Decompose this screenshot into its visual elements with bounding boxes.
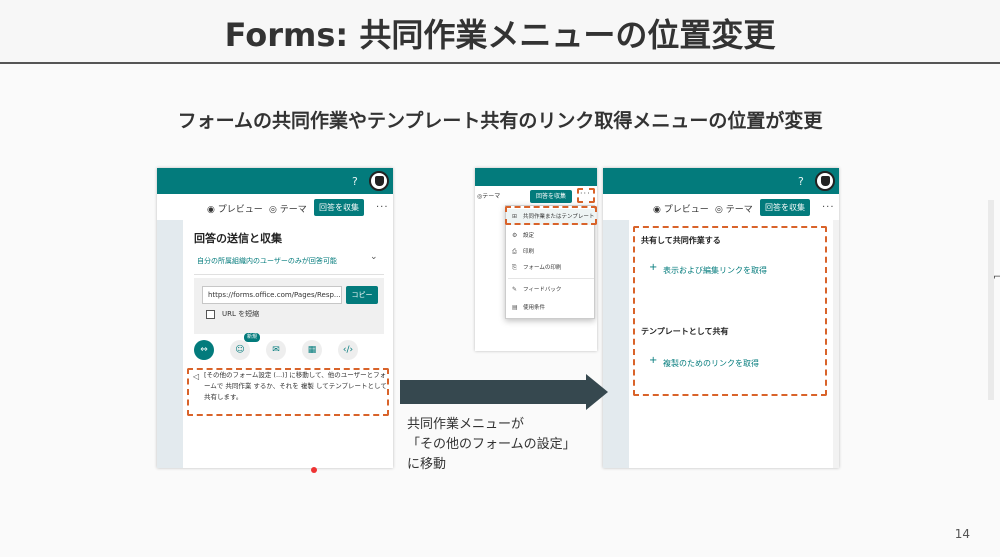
theme-label: テーマ — [725, 205, 753, 215]
theme-button[interactable]: ◎ テーマ — [715, 202, 753, 215]
collect-responses-button[interactable]: 回答を収集 — [760, 199, 810, 216]
panel-after: ? ◉ プレビュー ◎ テーマ 回答を収集 ··· 共有して共同作業する + 表… — [603, 168, 839, 468]
shorten-url-checkbox[interactable] — [206, 310, 215, 319]
avatar[interactable] — [815, 171, 835, 191]
menu-item-feedback[interactable]: ✎ フィードバック — [506, 282, 596, 298]
menu-item-print[interactable]: ⎙ 印刷 — [506, 244, 596, 260]
shorten-url-label: URL を短縮 — [222, 310, 260, 318]
qr-person-icon[interactable]: ☺ — [230, 340, 250, 360]
toolbar: ◉ プレビュー ◎ テーマ 回答を収集 ··· — [603, 196, 839, 220]
avatar[interactable] — [369, 171, 389, 191]
menu-item-settings[interactable]: ⚙ 設定 — [506, 228, 596, 244]
mail-icon[interactable]: ✉ — [266, 340, 286, 360]
link-icon[interactable]: ⇔ — [194, 340, 214, 360]
highlight-notice — [187, 368, 389, 416]
pointer-dot — [311, 467, 317, 473]
preview-label: プレビュー — [663, 205, 709, 215]
print-form-icon: ⎘ — [512, 264, 517, 271]
collect-responses-button[interactable]: 回答を収集 — [530, 190, 572, 203]
highlight-collaboration-section — [633, 226, 827, 396]
scrollbar[interactable] — [833, 220, 839, 468]
highlight-more-button — [577, 188, 595, 203]
slide-subtitle: フォームの共同作業やテンプレート共有のリンク取得メニューの位置が変更 — [177, 110, 823, 132]
feedback-icon: ✎ — [512, 286, 518, 293]
forms-header: ? — [603, 168, 839, 194]
slide-title: Forms: 共同作業メニューの位置変更 — [224, 16, 776, 54]
transition-arrow — [400, 380, 587, 404]
embed-icon[interactable]: ‹/› — [338, 340, 358, 360]
edge-strip — [988, 200, 994, 400]
menu-item-print-form[interactable]: ⎘ フォームの印刷 — [506, 260, 596, 276]
panel-menu: ◎テーマ 回答を収集 ··· ⊞ 共同作業またはテンプレート ⚙ 設定 ⎙ 印刷 ⎘ フ… — [475, 168, 597, 351]
highlight-menu-item — [505, 206, 597, 225]
menu-item-label: フィードバック — [523, 287, 562, 293]
theme-button[interactable]: ◎ テーマ — [269, 202, 307, 215]
copy-button[interactable]: コピー — [346, 286, 378, 304]
caption-line: 共同作業メニューが — [407, 417, 525, 432]
cursor-icon: ⌐ — [993, 272, 1000, 283]
menu-item-terms[interactable]: ▤ 使用条件 — [506, 300, 596, 316]
chevron-down-icon[interactable]: ⌄ — [370, 252, 378, 262]
print-icon: ⎙ — [512, 248, 517, 255]
forms-header: ? — [157, 168, 393, 194]
form-url-field[interactable]: https://forms.office.com/Pages/Resp... — [202, 286, 342, 304]
more-options-icon[interactable]: ··· — [376, 202, 389, 213]
left-gutter — [157, 220, 183, 468]
theme-label: テーマ — [482, 193, 501, 200]
toolbar: ◉ プレビュー ◎ テーマ 回答を収集 ··· — [157, 196, 393, 220]
theme-button[interactable]: ◎テーマ — [477, 191, 500, 200]
panel-before: ? ◉ プレビュー ◎ テーマ 回答を収集 ··· 回答の送信と収集 自分の所属… — [157, 168, 393, 468]
arrow-head — [586, 374, 608, 410]
page-number: 14 — [954, 527, 970, 541]
menu-separator — [508, 278, 594, 279]
help-icon[interactable]: ? — [798, 175, 804, 188]
left-gutter — [475, 205, 503, 351]
document-icon: ▤ — [512, 304, 518, 311]
preview-label: プレビュー — [217, 205, 263, 215]
help-icon[interactable]: ? — [352, 175, 358, 188]
divider — [194, 274, 384, 275]
theme-label: テーマ — [279, 205, 307, 215]
slide: Forms: 共同作業メニューの位置変更 フォームの共同作業やテンプレート共有の… — [0, 0, 1000, 557]
more-options-icon[interactable]: ··· — [822, 202, 835, 213]
forms-header — [475, 168, 597, 186]
send-collect-heading: 回答の送信と収集 — [194, 232, 282, 245]
collect-responses-button[interactable]: 回答を収集 — [314, 199, 364, 216]
preview-button[interactable]: ◉ プレビュー — [653, 202, 709, 215]
new-badge: 新規 — [244, 333, 261, 342]
preview-button[interactable]: ◉ プレビュー — [207, 202, 263, 215]
gear-icon: ⚙ — [512, 232, 518, 239]
menu-item-label: 使用条件 — [523, 305, 546, 311]
caption: 共同作業メニューが 「その他のフォームの設定」 に移動 — [407, 415, 576, 475]
title-bar: Forms: 共同作業メニューの位置変更 — [0, 0, 1000, 64]
caption-line: 「その他のフォームの設定」 — [407, 437, 576, 452]
menu-item-label: 印刷 — [523, 249, 535, 255]
caption-line: に移動 — [407, 457, 447, 472]
share-options: ⇔ ☺ ✉ ▦ ‹/› — [194, 334, 384, 364]
left-gutter — [603, 220, 629, 468]
menu-item-label: フォームの印刷 — [523, 265, 562, 271]
menu-item-label: 設定 — [523, 233, 535, 239]
qr-code-icon[interactable]: ▦ — [302, 340, 322, 360]
response-scope-dropdown[interactable]: 自分の所属組織内のユーザーのみが回答可能 — [197, 256, 337, 266]
